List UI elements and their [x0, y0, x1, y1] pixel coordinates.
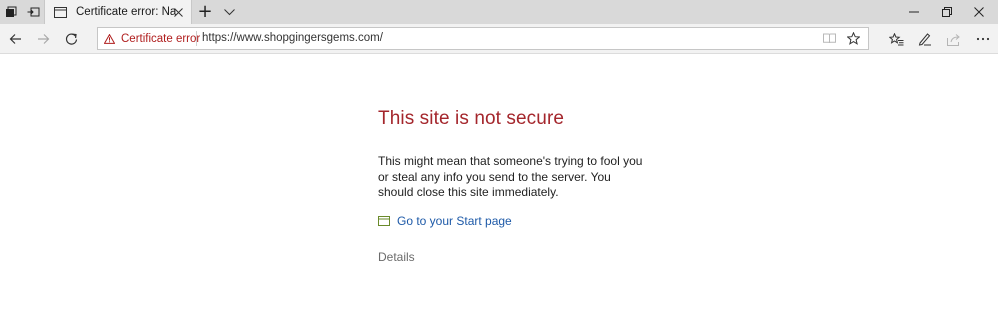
- details-link[interactable]: Details: [378, 250, 648, 264]
- refresh-icon[interactable]: [56, 24, 86, 54]
- page-icon: [53, 5, 67, 19]
- certificate-error-label: Certificate error: [121, 32, 201, 45]
- new-tab-button[interactable]: +: [192, 0, 218, 24]
- warning-icon: [104, 33, 115, 44]
- tabs-aside-icon[interactable]: [0, 0, 22, 24]
- active-tab[interactable]: Certificate error: Naviga: [44, 0, 192, 24]
- error-description: This might mean that someone's trying to…: [378, 154, 643, 199]
- start-page-link[interactable]: Go to your Start page: [378, 214, 648, 228]
- start-page-icon: [378, 215, 390, 226]
- start-page-link-label: Go to your Start page: [397, 213, 512, 228]
- plus-icon: +: [197, 1, 213, 22]
- close-icon[interactable]: [171, 5, 185, 19]
- address-divider: [196, 31, 197, 46]
- more-icon[interactable]: [968, 24, 998, 54]
- chevron-down-icon[interactable]: [216, 0, 242, 24]
- back-arrow-icon[interactable]: [0, 24, 30, 54]
- certificate-error-page: This site is not secure This might mean …: [378, 108, 648, 264]
- tab-title: Certificate error: Naviga: [76, 6, 176, 18]
- pen-icon[interactable]: [910, 24, 940, 54]
- url-text[interactable]: https://www.shopgingersgems.com/: [202, 28, 383, 49]
- title-bar: Certificate error: Naviga +: [0, 0, 998, 24]
- page-title: This site is not secure: [378, 108, 565, 129]
- certificate-error-button[interactable]: Certificate error: [104, 28, 200, 49]
- favorites-hub-icon[interactable]: [881, 24, 911, 54]
- star-icon[interactable]: [842, 28, 864, 49]
- close-window-icon[interactable]: [960, 0, 998, 24]
- navigation-bar: Certificate error https://www.shopginger…: [0, 24, 998, 54]
- share-icon[interactable]: [939, 24, 969, 54]
- show-set-aside-icon[interactable]: [22, 0, 44, 24]
- reading-view-icon[interactable]: [818, 28, 840, 49]
- address-bar[interactable]: Certificate error https://www.shopginger…: [97, 27, 869, 50]
- forward-arrow-icon[interactable]: [28, 24, 58, 54]
